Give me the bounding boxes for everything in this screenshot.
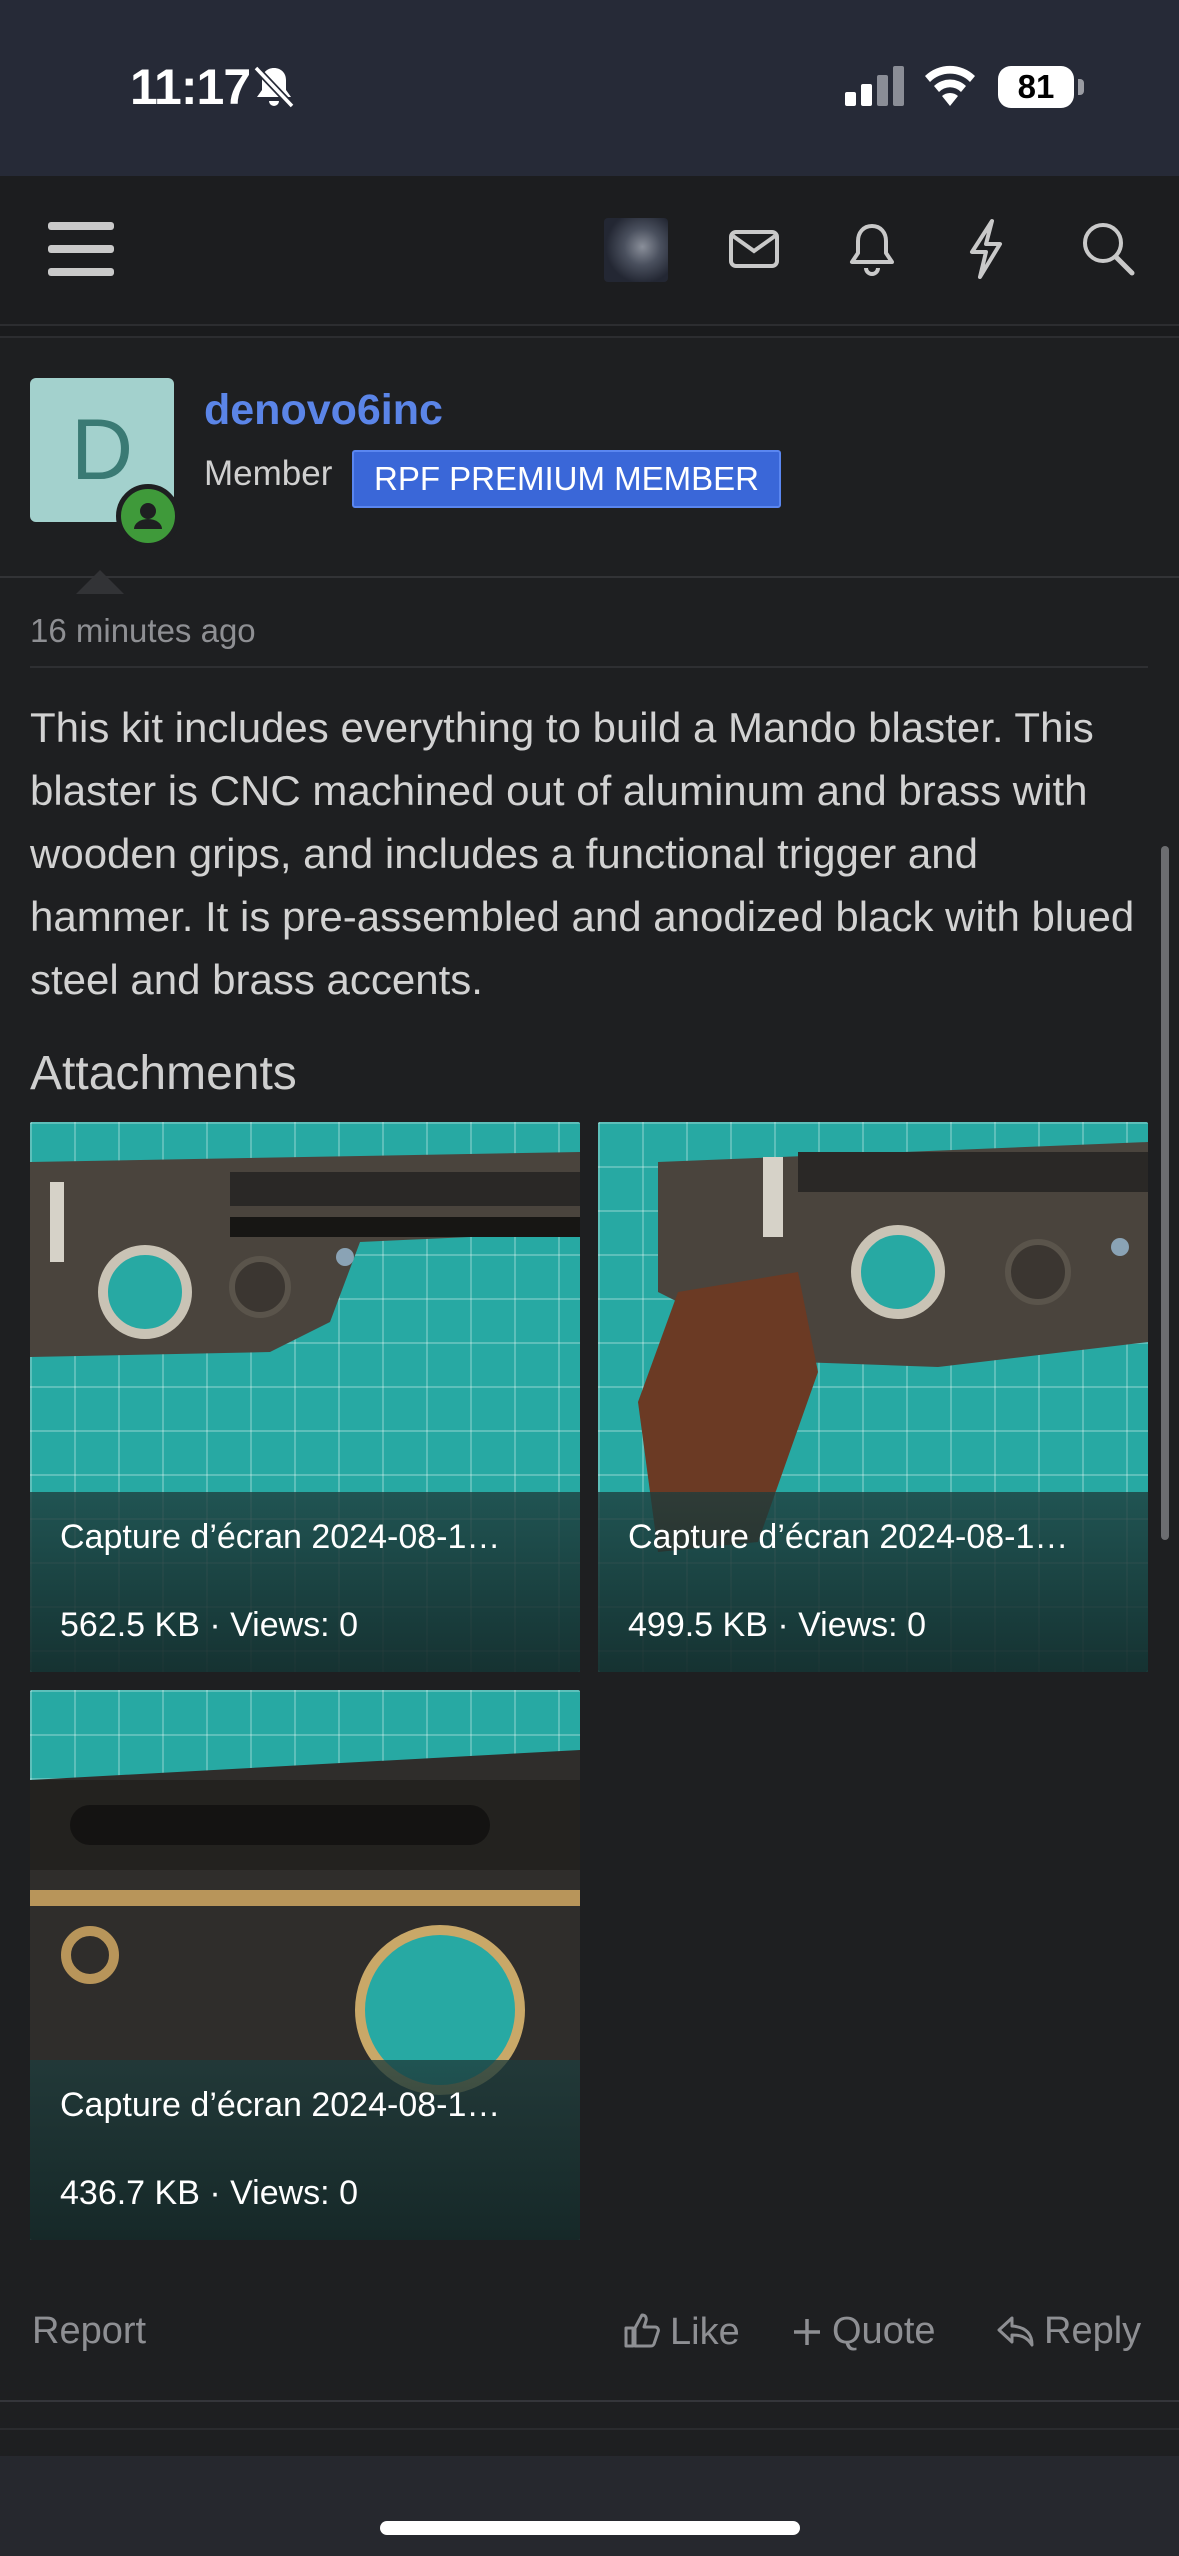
like-label: Like: [670, 2311, 740, 2353]
battery-indicator: 81: [998, 66, 1074, 108]
author-role: Member: [204, 454, 333, 493]
divider: [0, 2400, 1179, 2402]
attachment-meta: 436.7 KB · Views: 0: [60, 2174, 358, 2212]
home-indicator[interactable]: [380, 2521, 800, 2535]
signal-icon: [845, 66, 904, 106]
reply-label: Reply: [1044, 2310, 1142, 2352]
battery-tip: [1078, 79, 1084, 95]
reply-button[interactable]: Reply: [996, 2310, 1141, 2353]
attachment-thumbnail[interactable]: Capture d’écran 2024-08-1… 436.7 KB · Vi…: [30, 1690, 580, 2240]
divider: [30, 666, 1148, 668]
attachment-filename[interactable]: Capture d’écran 2024-08-1…: [60, 1518, 560, 1557]
report-link[interactable]: Report: [32, 2310, 146, 2353]
scrollbar[interactable]: [1161, 846, 1169, 1540]
user-icon: [134, 503, 162, 529]
bell-icon[interactable]: [846, 220, 898, 280]
quote-button[interactable]: Quote: [790, 2310, 936, 2353]
like-button[interactable]: Like: [622, 2310, 740, 2354]
plus-icon: [794, 2319, 820, 2345]
attachment-thumbnail[interactable]: Capture d’écran 2024-08-1… 562.5 KB · Vi…: [30, 1122, 580, 1672]
status-bar: 11:17 81: [0, 0, 1179, 176]
search-icon[interactable]: [1080, 220, 1136, 278]
attachments-heading: Attachments: [30, 1047, 297, 1100]
bolt-icon[interactable]: [964, 218, 1008, 280]
header-pointer: [76, 570, 124, 594]
post-actions: Report Like Quote Reply: [0, 2300, 1179, 2370]
post-body: This kit includes everything to build a …: [30, 704, 1135, 1003]
attachment-meta: 499.5 KB · Views: 0: [628, 1606, 926, 1644]
status-time: 11:17: [130, 59, 251, 115]
attachment-filename[interactable]: Capture d’écran 2024-08-1…: [628, 1518, 1128, 1557]
mail-icon[interactable]: [728, 222, 780, 278]
wifi-icon: [925, 65, 975, 106]
post-timestamp[interactable]: 16 minutes ago: [30, 612, 256, 650]
home-indicator-area: [0, 2456, 1179, 2556]
author-username[interactable]: denovo6inc: [204, 386, 443, 435]
attachment-caption: Capture d’écran 2024-08-1… 436.7 KB · Vi…: [30, 2060, 580, 2240]
top-nav-bar: [0, 176, 1179, 326]
attachment-filename[interactable]: Capture d’écran 2024-08-1…: [60, 2086, 560, 2125]
online-status-icon: [116, 484, 180, 548]
divider: [0, 2428, 1179, 2430]
menu-icon[interactable]: [48, 220, 114, 278]
reply-icon: [997, 2316, 1034, 2347]
separator-strip: [0, 326, 1179, 338]
post-author-header: D denovo6inc Member RPF PREMIUM MEMBER: [0, 338, 1179, 594]
attachment-caption: Capture d’écran 2024-08-1… 562.5 KB · Vi…: [30, 1492, 580, 1672]
attachment-meta: 562.5 KB · Views: 0: [60, 1606, 358, 1644]
bell-off-icon: [253, 65, 295, 109]
attachment-caption: Capture d’écran 2024-08-1… 499.5 KB · Vi…: [598, 1492, 1148, 1672]
attachment-thumbnail[interactable]: Capture d’écran 2024-08-1… 499.5 KB · Vi…: [598, 1122, 1148, 1672]
quote-label: Quote: [832, 2310, 936, 2352]
user-avatar[interactable]: [604, 218, 668, 282]
thumbs-up-icon: [624, 2313, 660, 2348]
premium-member-badge: RPF PREMIUM MEMBER: [352, 450, 782, 508]
